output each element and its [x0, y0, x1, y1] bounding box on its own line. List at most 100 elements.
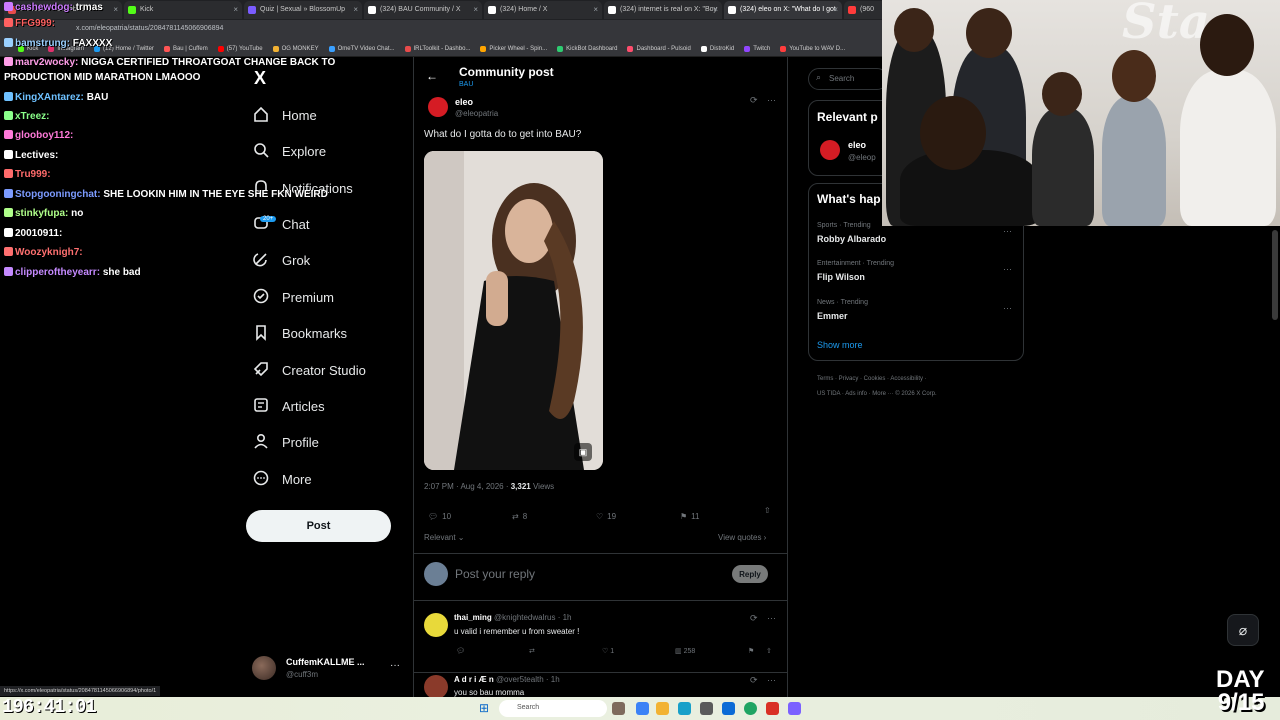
taskbar-app-icon[interactable] [788, 702, 801, 715]
share-icon[interactable]: ⇧ [764, 506, 771, 515]
grok-icon[interactable]: ⟳ [750, 95, 758, 106]
taskbar-app-icon[interactable] [612, 702, 625, 715]
grok-floating-icon[interactable]: ⌀ [1227, 614, 1259, 646]
sidebar-item-more[interactable]: More [252, 464, 312, 494]
bookmark-item[interactable]: KickBot Dashboard [557, 46, 617, 52]
avatar[interactable] [424, 675, 448, 699]
community-link[interactable]: BAU [459, 81, 473, 88]
relevant-handle[interactable]: @eleop [848, 153, 876, 162]
close-icon[interactable]: × [593, 5, 598, 14]
browser-tab[interactable]: Quiz | Sexual » BlossomUp × [244, 1, 362, 19]
more-dots-icon[interactable]: ··· [1003, 226, 1012, 236]
browser-tab[interactable]: Kick × [124, 1, 242, 19]
bookmark-icon[interactable]: ⚑ [748, 647, 754, 655]
footer-links-2[interactable]: US TIDA · Ads info · More ··· © 2026 X C… [817, 391, 937, 397]
grok-icon[interactable]: ⟳ [750, 675, 758, 686]
bookmark-item[interactable]: OmeTV Video Chat... [328, 46, 395, 52]
grok-icon[interactable]: ⟳ [750, 613, 758, 624]
avatar[interactable] [820, 140, 840, 160]
more-dots-icon[interactable]: ··· [1003, 264, 1012, 274]
reply-button[interactable]: Reply [732, 565, 768, 583]
windows-start-icon[interactable]: ⊞ [479, 702, 491, 714]
bookmark-item[interactable]: (57) YouTube [217, 46, 263, 52]
sidebar-item-articles[interactable]: Articles [252, 391, 325, 421]
close-icon[interactable]: × [353, 5, 358, 14]
folder-icon[interactable] [656, 702, 669, 715]
sidebar-item-bookmarks[interactable]: Bookmarks [252, 318, 347, 348]
post-photo[interactable]: ▣ [424, 151, 603, 470]
close-icon[interactable]: × [113, 5, 118, 14]
taskbar-app-icon[interactable] [636, 702, 649, 715]
sidebar-item-chat[interactable]: 20+ Chat [252, 209, 309, 239]
avatar[interactable] [428, 97, 448, 117]
close-icon[interactable]: × [833, 5, 838, 14]
bookmark-item[interactable]: IRLToolkit - Dashbo... [404, 46, 470, 52]
show-more-link[interactable]: Show more [817, 340, 863, 350]
more-dots-icon[interactable]: ··· [390, 660, 400, 671]
reply-item[interactable]: thai_ming @knightedwalrus · 1h u valid i… [414, 609, 787, 673]
close-icon[interactable]: × [473, 5, 478, 14]
reply-action[interactable]: 💬︎ 10 [428, 512, 451, 521]
bookmark-item[interactable]: YouTube to WAV D... [780, 46, 845, 52]
more-dots-icon[interactable]: ··· [1003, 303, 1012, 313]
repost-action[interactable]: ⇄ 8 [512, 512, 527, 521]
bookmark-favicon-icon [780, 46, 787, 52]
author-name[interactable]: eleo [455, 97, 473, 107]
more-dots-icon[interactable]: ··· [767, 613, 776, 623]
chrome-icon[interactable] [744, 702, 757, 715]
bookmark-item[interactable]: Bau | Cuffem [163, 46, 208, 52]
bookmark-item[interactable]: Picker Wheel - Spin... [480, 46, 547, 52]
author-handle[interactable]: @eleopatria [455, 109, 498, 118]
taskbar-app-icon[interactable] [766, 702, 779, 715]
avatar[interactable] [424, 613, 448, 637]
x-logo[interactable]: X [254, 68, 266, 89]
relevant-name[interactable]: eleo [848, 140, 866, 150]
more-dots-icon[interactable]: ··· [767, 95, 776, 105]
footer-links-1[interactable]: Terms · Privacy · Cookies · Accessibilit… [817, 376, 927, 382]
reply-author[interactable]: thai_ming @knightedwalrus · 1h [454, 613, 572, 622]
reply-sort-dropdown[interactable]: Relevant ⌄ [424, 533, 465, 542]
view-quotes-link[interactable]: View quotes › [718, 533, 766, 542]
sidebar-item-profile[interactable]: Profile [252, 427, 319, 457]
sidebar-item-premium[interactable]: Premium [252, 282, 334, 312]
bookmark-action[interactable]: ⚑ 11 [680, 512, 699, 521]
browser-tab[interactable]: (324) BAU Community / X × [364, 1, 482, 19]
more-dots-icon[interactable]: ··· [767, 675, 776, 685]
taskbar-app-icon[interactable] [722, 702, 735, 715]
account-switcher[interactable]: CuffemKALLME ... @cuff3m ··· [252, 654, 402, 684]
close-icon[interactable]: × [233, 5, 238, 14]
taskbar-search[interactable]: Search [499, 700, 607, 717]
photo-tag-icon[interactable]: ▣ [574, 443, 592, 461]
views-action[interactable]: ▥ 258 [675, 647, 695, 655]
person [1032, 108, 1094, 226]
sidebar-item-home[interactable]: Home [252, 100, 317, 130]
like-action[interactable]: ♡ 19 [596, 512, 616, 521]
trend-name[interactable]: Emmer [817, 311, 848, 321]
sidebar-item-explore[interactable]: Explore [252, 136, 326, 166]
reply-author[interactable]: A d r i Æ n @over5tealth · 1h [454, 675, 560, 684]
edge-icon[interactable] [678, 702, 691, 715]
bookmark-item[interactable]: DistroKid [700, 46, 734, 52]
taskbar-app-icon[interactable] [700, 702, 713, 715]
sidebar-item-creator-studio[interactable]: Creator Studio [252, 355, 366, 385]
page-scrollbar[interactable] [1272, 230, 1278, 320]
browser-tab[interactable]: (324) eleo on X: "What do I got × [724, 1, 842, 19]
sidebar-item-grok[interactable]: Grok [252, 245, 310, 275]
trend-name[interactable]: Robby Albarado [817, 234, 886, 244]
browser-tab[interactable]: (324) internet is real on X: "Boy × [604, 1, 722, 19]
like-action[interactable]: ♡ 1 [602, 647, 614, 655]
reply-input[interactable]: Post your reply [455, 567, 535, 581]
url-text[interactable]: x.com/eleopatria/status/2084781145066906… [76, 25, 223, 32]
close-icon[interactable]: × [713, 5, 718, 14]
bookmark-item[interactable]: Twitch [744, 46, 770, 52]
bookmark-item[interactable]: Dashboard - Pulsoid [627, 46, 691, 52]
browser-tab[interactable]: (324) Home / X × [484, 1, 602, 19]
trend-name[interactable]: Flip Wilson [817, 272, 865, 282]
search-input[interactable]: Search [808, 68, 888, 90]
share-icon[interactable]: ⇧ [766, 647, 772, 655]
post-button[interactable]: Post [246, 510, 391, 542]
bookmark-item[interactable]: OG MONKEY [272, 46, 319, 52]
repost-icon[interactable]: ⇄ [529, 647, 535, 655]
back-arrow-icon[interactable]: ← [426, 69, 438, 83]
reply-icon[interactable]: 💬︎ [456, 647, 465, 655]
